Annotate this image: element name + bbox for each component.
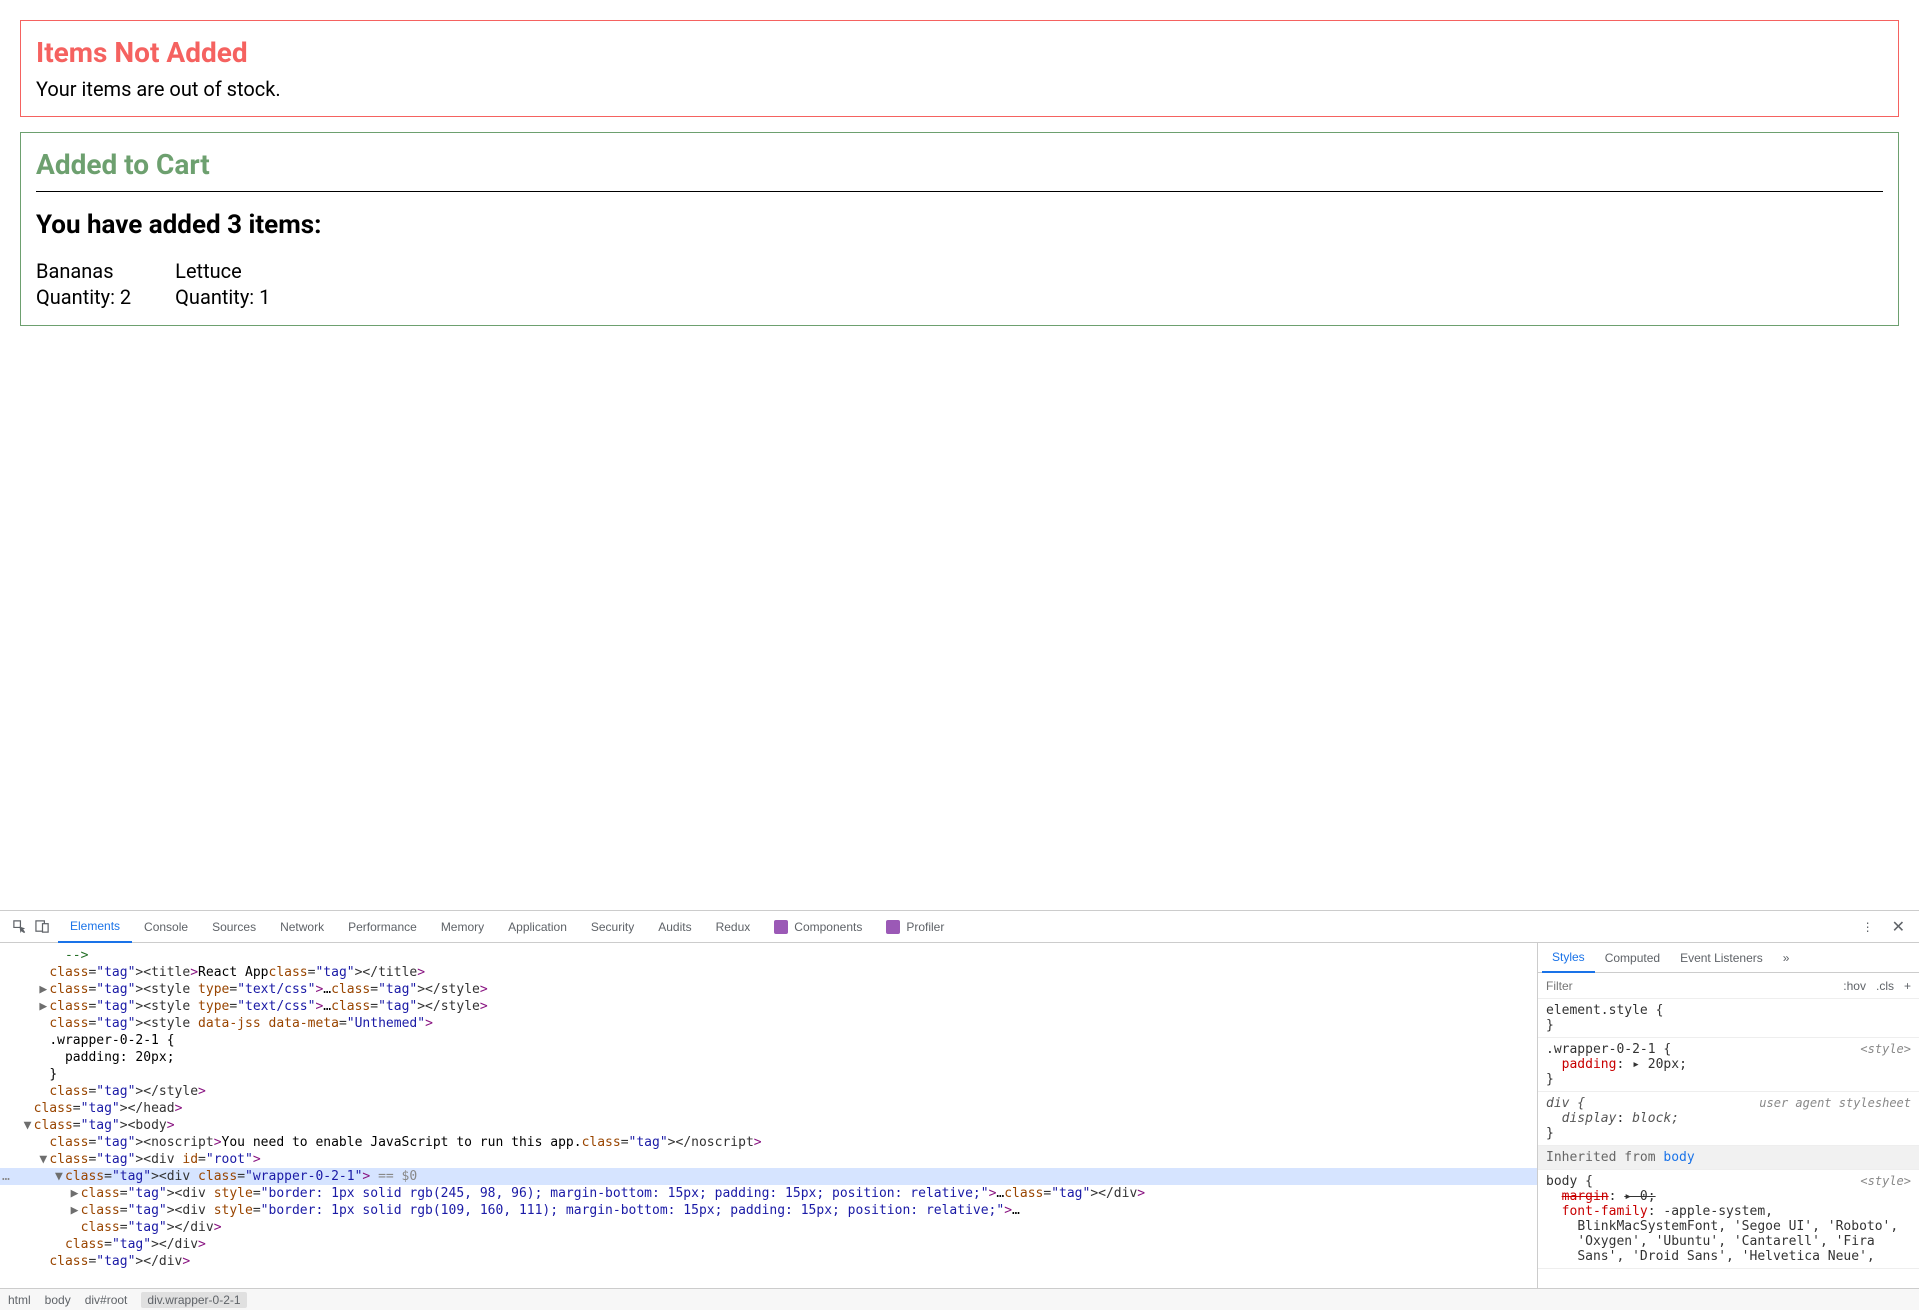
divider — [36, 191, 1883, 192]
error-title: Items Not Added — [36, 36, 1883, 69]
cls-toggle[interactable]: .cls — [1876, 979, 1894, 993]
styles-panel: StylesComputedEvent Listeners » :hov .cl… — [1537, 943, 1919, 1288]
item-name: Lettuce — [175, 258, 270, 284]
elements-breadcrumb[interactable]: html body div#root div.wrapper-0-2-1 — [0, 1288, 1919, 1310]
added-heading: You have added 3 items: — [36, 210, 1883, 240]
elements-line[interactable]: … ▼class="tag"><div class="wrapper-0-2-1… — [0, 1168, 1537, 1185]
elements-line[interactable]: ▶class="tag"><style type="text/css">…cla… — [0, 998, 1537, 1015]
breadcrumb-item[interactable]: body — [45, 1293, 71, 1307]
styles-rules[interactable]: element.style {}<style>.wrapper-0-2-1 { … — [1538, 999, 1919, 1288]
alert-error: Items Not Added Your items are out of st… — [20, 20, 1899, 117]
success-title: Added to Cart — [36, 148, 1883, 181]
items-row: Bananas Quantity: 2 Lettuce Quantity: 1 — [36, 258, 1883, 310]
inspect-icon[interactable] — [12, 919, 27, 934]
elements-line[interactable]: class="tag"><style data-jss data-meta="U… — [0, 1015, 1537, 1032]
devtools-tab-security[interactable]: Security — [579, 911, 646, 943]
hov-toggle[interactable]: :hov — [1843, 979, 1866, 993]
elements-line[interactable]: class="tag"></div> — [0, 1219, 1537, 1236]
react-icon — [886, 920, 900, 934]
react-icon — [774, 920, 788, 934]
devtools-panel: ElementsConsoleSourcesNetworkPerformance… — [0, 910, 1919, 1310]
styles-filter-row: :hov .cls + — [1538, 973, 1919, 999]
devtools-tab-performance[interactable]: Performance — [336, 911, 429, 943]
item-quantity: Quantity: 1 — [175, 284, 270, 310]
devtools-tab-elements[interactable]: Elements — [58, 911, 132, 943]
error-message: Your items are out of stock. — [36, 77, 1883, 101]
styles-more-icon[interactable]: » — [1773, 943, 1800, 973]
inherited-header: Inherited from body — [1538, 1146, 1919, 1170]
styles-tab-styles[interactable]: Styles — [1542, 943, 1595, 973]
elements-tree[interactable]: --> class="tag"><title>React Appclass="t… — [0, 943, 1537, 1288]
elements-line[interactable]: class="tag"></style> — [0, 1083, 1537, 1100]
styles-tab-computed[interactable]: Computed — [1595, 943, 1670, 973]
devtools-tab-application[interactable]: Application — [496, 911, 579, 943]
style-rule[interactable]: <style>body { margin: ▸ 0; font-family: … — [1538, 1170, 1919, 1269]
alert-success: Added to Cart You have added 3 items: Ba… — [20, 132, 1899, 326]
style-rule[interactable]: <style>.wrapper-0-2-1 { padding: ▸ 20px;… — [1538, 1038, 1919, 1092]
devtools-tab-console[interactable]: Console — [132, 911, 200, 943]
devtools-tab-profiler[interactable]: Profiler — [874, 911, 956, 943]
elements-line[interactable]: ▼class="tag"><div id="root"> — [0, 1151, 1537, 1168]
breadcrumb-item[interactable]: html — [8, 1293, 31, 1307]
elements-line[interactable]: class="tag"><noscript>You need to enable… — [0, 1134, 1537, 1151]
device-toggle-icon[interactable] — [35, 919, 50, 934]
list-item: Bananas Quantity: 2 — [36, 258, 131, 310]
breadcrumb-item[interactable]: div.wrapper-0-2-1 — [141, 1292, 246, 1308]
devtools-tab-audits[interactable]: Audits — [646, 911, 703, 943]
elements-line[interactable]: .wrapper-0-2-1 { — [0, 1032, 1537, 1049]
devtools-tabbar: ElementsConsoleSourcesNetworkPerformance… — [0, 911, 1919, 943]
devtools-tab-redux[interactable]: Redux — [704, 911, 763, 943]
elements-line[interactable]: class="tag"></div> — [0, 1236, 1537, 1253]
item-quantity: Quantity: 2 — [36, 284, 131, 310]
style-rule[interactable]: user agent stylesheetdiv { display: bloc… — [1538, 1092, 1919, 1146]
styles-tab-event-listeners[interactable]: Event Listeners — [1670, 943, 1773, 973]
elements-line[interactable]: ▶class="tag"><div style="border: 1px sol… — [0, 1202, 1537, 1219]
elements-line[interactable]: class="tag"><title>React Appclass="tag">… — [0, 964, 1537, 981]
style-rule[interactable]: element.style {} — [1538, 999, 1919, 1038]
elements-line[interactable]: class="tag"></head> — [0, 1100, 1537, 1117]
devtools-more-icon[interactable]: ⋮ — [1854, 920, 1882, 934]
elements-line[interactable]: } — [0, 1066, 1537, 1083]
elements-line[interactable]: class="tag"></div> — [0, 1253, 1537, 1270]
elements-line[interactable]: padding: 20px; — [0, 1049, 1537, 1066]
styles-filter-input[interactable] — [1538, 979, 1835, 993]
styles-tabbar: StylesComputedEvent Listeners » — [1538, 943, 1919, 973]
elements-line[interactable]: ▶class="tag"><style type="text/css">…cla… — [0, 981, 1537, 998]
item-name: Bananas — [36, 258, 131, 284]
devtools-close-icon[interactable]: ✕ — [1882, 917, 1915, 937]
elements-line[interactable]: ▶class="tag"><div style="border: 1px sol… — [0, 1185, 1537, 1202]
new-rule-button[interactable]: + — [1904, 979, 1911, 993]
devtools-tab-memory[interactable]: Memory — [429, 911, 496, 943]
elements-line[interactable]: ▼class="tag"><body> — [0, 1117, 1537, 1134]
elements-line[interactable]: --> — [0, 947, 1537, 964]
list-item: Lettuce Quantity: 1 — [175, 258, 270, 310]
devtools-tab-sources[interactable]: Sources — [200, 911, 268, 943]
devtools-tab-network[interactable]: Network — [268, 911, 336, 943]
devtools-tab-components[interactable]: Components — [762, 911, 874, 943]
page-wrapper: Items Not Added Your items are out of st… — [0, 0, 1919, 361]
breadcrumb-item[interactable]: div#root — [85, 1293, 128, 1307]
